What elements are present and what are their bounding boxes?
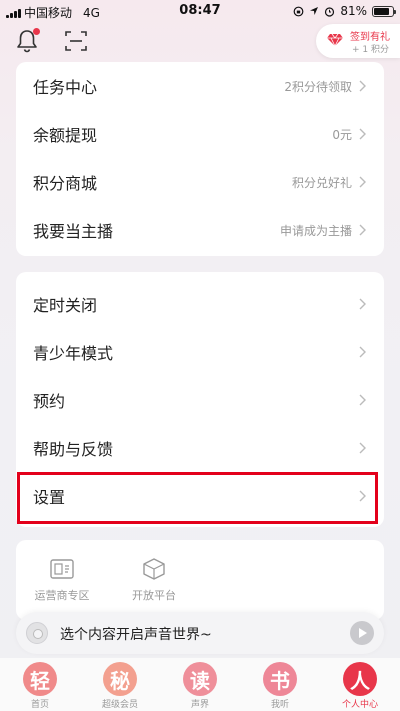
service-label: 运营商专区: [34, 589, 90, 602]
menu-item-become-host[interactable]: 我要当主播 申请成为主播: [16, 206, 384, 254]
chevron-right-icon: [359, 80, 366, 92]
service-carrier-zone[interactable]: 运营商专区: [22, 557, 102, 603]
menu-item-label: 积分商城: [33, 174, 98, 193]
menu-item-reservation[interactable]: 预约: [16, 376, 384, 424]
signin-reward-button[interactable]: 签到有礼 + 1 积分: [316, 24, 400, 58]
menu-item-value: 2积分待领取: [284, 79, 352, 94]
tab-personal-center[interactable]: 人 个人中心: [325, 662, 395, 710]
tab-bar: 轻 首页 秘 超级会员 读 声界 书 我听 人 个人中心: [0, 658, 400, 711]
cube-icon: [143, 558, 165, 580]
service-open-platform[interactable]: 开放平台: [114, 557, 194, 603]
menu-item-value: 0元: [332, 127, 352, 142]
tab-label: 个人中心: [341, 700, 378, 710]
menu-item-points-mall[interactable]: 积分商城 积分兑好礼: [16, 158, 384, 206]
player-prompt: 选个内容开启声音世界~: [60, 627, 212, 643]
menu-item-label: 余额提现: [33, 126, 98, 145]
signin-subtitle: + 1 积分: [352, 45, 389, 55]
chevron-right-icon: [359, 394, 366, 406]
tab-label: 我听: [270, 700, 289, 710]
chevron-right-icon: [359, 298, 366, 310]
tab-voice-world[interactable]: 读 声界: [165, 662, 235, 710]
chevron-right-icon: [359, 224, 366, 236]
menu-item-label: 设置: [33, 488, 66, 507]
tab-my-listening[interactable]: 书 我听: [245, 662, 315, 710]
tab-profile-icon: 人: [343, 662, 377, 696]
tab-label: 声界: [190, 700, 209, 710]
menu-item-label: 预约: [33, 392, 66, 411]
menu-item-task-center[interactable]: 任务中心 2积分待领取: [16, 62, 384, 110]
tab-voice-icon: 读: [183, 662, 217, 696]
chevron-right-icon: [359, 490, 366, 502]
play-button[interactable]: [350, 621, 374, 645]
mini-player[interactable]: 选个内容开启声音世界~: [16, 612, 384, 654]
scan-icon[interactable]: [63, 28, 89, 54]
battery-percent: 81%: [340, 4, 367, 18]
rotation-lock-icon: [293, 6, 304, 16]
menu-item-help-feedback[interactable]: 帮助与反馈: [16, 424, 384, 472]
gem-icon: [327, 33, 343, 47]
signal-icon: [6, 8, 21, 18]
tab-label: 超级会员: [101, 700, 138, 710]
signin-title: 签到有礼: [350, 32, 390, 43]
location-icon: [310, 7, 319, 15]
disc-icon: [26, 622, 48, 644]
tab-home-icon: 轻: [23, 662, 57, 696]
menu-item-label: 我要当主播: [33, 222, 114, 241]
battery-icon: [372, 5, 396, 17]
menu-item-sleep-timer[interactable]: 定时关闭: [16, 280, 384, 328]
chevron-right-icon: [359, 176, 366, 188]
tab-home[interactable]: 轻 首页: [5, 662, 75, 710]
tab-member-icon: 秘: [103, 662, 137, 696]
menu-item-settings[interactable]: 设置: [16, 472, 384, 520]
menu-item-value: 积分兑好礼: [291, 175, 352, 190]
carrier-label: 中国移动: [24, 6, 73, 20]
menu-item-value: 申请成为主播: [279, 223, 352, 238]
menu-item-withdraw[interactable]: 余额提现 0元: [16, 110, 384, 158]
notification-dot: [33, 28, 40, 35]
tab-super-member[interactable]: 秘 超级会员: [85, 662, 155, 710]
menu-item-label: 青少年模式: [33, 344, 114, 363]
network-label: 4G: [83, 5, 100, 20]
tab-label: 首页: [30, 700, 49, 710]
menu-item-label: 定时关闭: [33, 296, 98, 315]
account-menu-card: 任务中心 2积分待领取 余额提现 0元 积分商城 积分兑好礼 我要当主播 申请成…: [16, 62, 384, 256]
alarm-icon: [325, 6, 335, 17]
menu-item-label: 帮助与反馈: [33, 440, 114, 459]
menu-item-label: 任务中心: [33, 78, 98, 97]
chevron-right-icon: [359, 442, 366, 454]
chevron-right-icon: [359, 128, 366, 140]
sim-card-icon: [50, 559, 74, 579]
service-label: 开放平台: [132, 589, 176, 602]
settings-menu-card: 定时关闭 青少年模式 预约 帮助与反馈 设置: [16, 272, 384, 527]
tab-listen-icon: 书: [263, 662, 297, 696]
status-bar: 中国移动 4G 08:47 81%: [0, 0, 400, 22]
chevron-right-icon: [359, 346, 366, 358]
menu-item-teen-mode[interactable]: 青少年模式: [16, 328, 384, 376]
